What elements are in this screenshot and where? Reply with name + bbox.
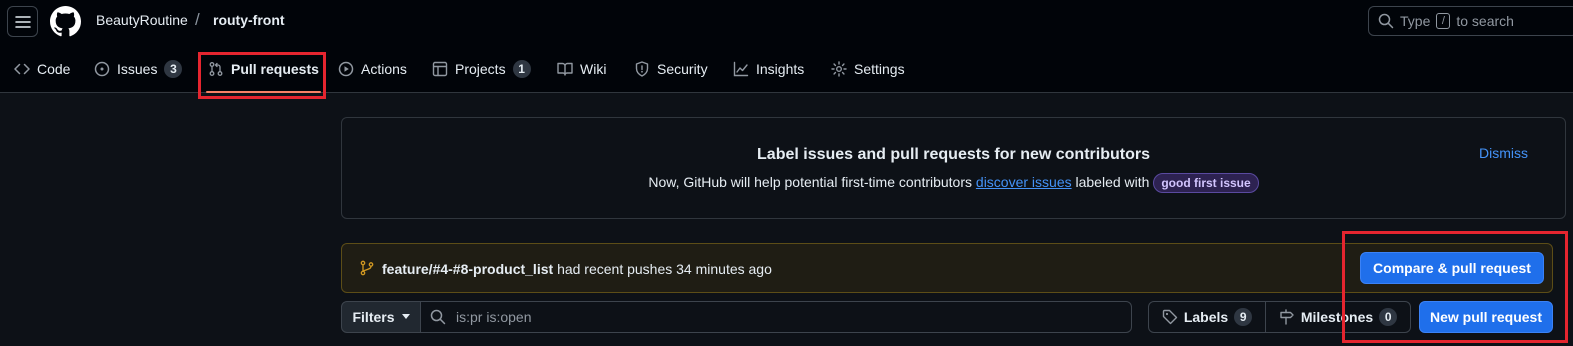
search-icon [1378, 13, 1394, 29]
tab-label: Settings [854, 61, 905, 77]
tab-issues[interactable]: Issues 3 [88, 50, 188, 88]
issue-opened-icon [94, 61, 110, 77]
tab-label: Pull requests [231, 61, 319, 77]
compare-pull-request-button[interactable]: Compare & pull request [1360, 252, 1544, 284]
search-icon [430, 309, 446, 325]
push-text: feature/#4-#8-product_list had recent pu… [382, 261, 772, 277]
tab-label: Security [657, 61, 708, 77]
hamburger-icon [14, 15, 31, 28]
labels-button[interactable]: Labels 9 [1148, 301, 1266, 333]
triangle-down-icon [401, 314, 410, 319]
projects-count-badge: 1 [512, 60, 531, 78]
milestones-label: Milestones [1300, 309, 1374, 325]
push-description: had recent pushes 34 minutes ago [557, 261, 772, 277]
breadcrumb-owner[interactable]: BeautyRoutine [96, 12, 188, 28]
banner-text-after: labeled with [1075, 174, 1150, 190]
gear-icon [831, 61, 847, 77]
search-prefix: Type [1400, 13, 1431, 29]
contributor-banner: Label issues and pull requests for new c… [341, 117, 1566, 219]
graph-icon [733, 61, 749, 77]
tab-projects[interactable]: Projects 1 [426, 50, 537, 88]
filters-label: Filters [352, 309, 395, 325]
tab-actions[interactable]: Actions [332, 50, 413, 88]
milestones-button[interactable]: Milestones 0 [1265, 301, 1411, 333]
git-branch-icon [360, 260, 374, 276]
banner-title: Label issues and pull requests for new c… [757, 146, 1150, 163]
tab-security[interactable]: Security [628, 50, 714, 88]
discover-issues-link[interactable]: discover issues [976, 174, 1072, 190]
shield-icon [635, 61, 649, 77]
branch-name[interactable]: feature/#4-#8-product_list [382, 261, 553, 277]
milestone-icon [1280, 309, 1294, 325]
tab-wiki[interactable]: Wiki [551, 50, 612, 88]
code-icon [14, 63, 30, 75]
banner-text-before: Now, GitHub will help potential first-ti… [648, 174, 973, 190]
tab-insights[interactable]: Insights [727, 50, 810, 88]
pr-search-query: is:pr is:open [456, 309, 532, 325]
search-suffix: to search [1456, 13, 1514, 29]
repo-header: BeautyRoutine / routy-front Type / to se… [0, 0, 1573, 93]
git-pull-request-icon [209, 62, 223, 76]
issues-count-badge: 3 [164, 60, 183, 78]
pr-search-input[interactable]: is:pr is:open [420, 301, 1132, 333]
labels-label: Labels [1183, 309, 1229, 325]
tag-icon [1162, 309, 1178, 325]
tab-label: Code [37, 61, 71, 77]
tab-label: Projects [455, 61, 506, 77]
good-first-issue-label: good first issue [1153, 173, 1259, 193]
tab-label: Actions [361, 61, 407, 77]
dismiss-link[interactable]: Dismiss [1479, 145, 1528, 161]
book-icon [557, 62, 573, 76]
milestones-count-badge: 0 [1379, 308, 1398, 326]
play-icon [338, 61, 354, 77]
filters-dropdown-button[interactable]: Filters [341, 301, 421, 333]
search-shortcut-key: / [1436, 13, 1451, 29]
breadcrumb-repo[interactable]: routy-front [213, 12, 285, 28]
new-pull-request-button[interactable]: New pull request [1419, 301, 1553, 333]
labels-count-badge: 9 [1234, 308, 1253, 326]
banner-body: Now, GitHub will help potential first-ti… [342, 173, 1565, 193]
tab-label: Wiki [580, 61, 607, 77]
breadcrumb-separator: / [195, 10, 200, 29]
tab-label: Issues [117, 61, 158, 77]
tab-code[interactable]: Code [8, 50, 76, 88]
top-bar: BeautyRoutine / routy-front Type / to se… [0, 0, 1573, 44]
hamburger-menu-button[interactable] [7, 6, 38, 37]
github-logo-icon[interactable] [50, 6, 81, 37]
tab-settings[interactable]: Settings [825, 50, 911, 88]
tab-pull-requests[interactable]: Pull requests [202, 50, 325, 93]
search-input[interactable]: Type / to search [1368, 6, 1573, 36]
tab-label: Insights [756, 61, 805, 77]
table-icon [432, 61, 448, 77]
